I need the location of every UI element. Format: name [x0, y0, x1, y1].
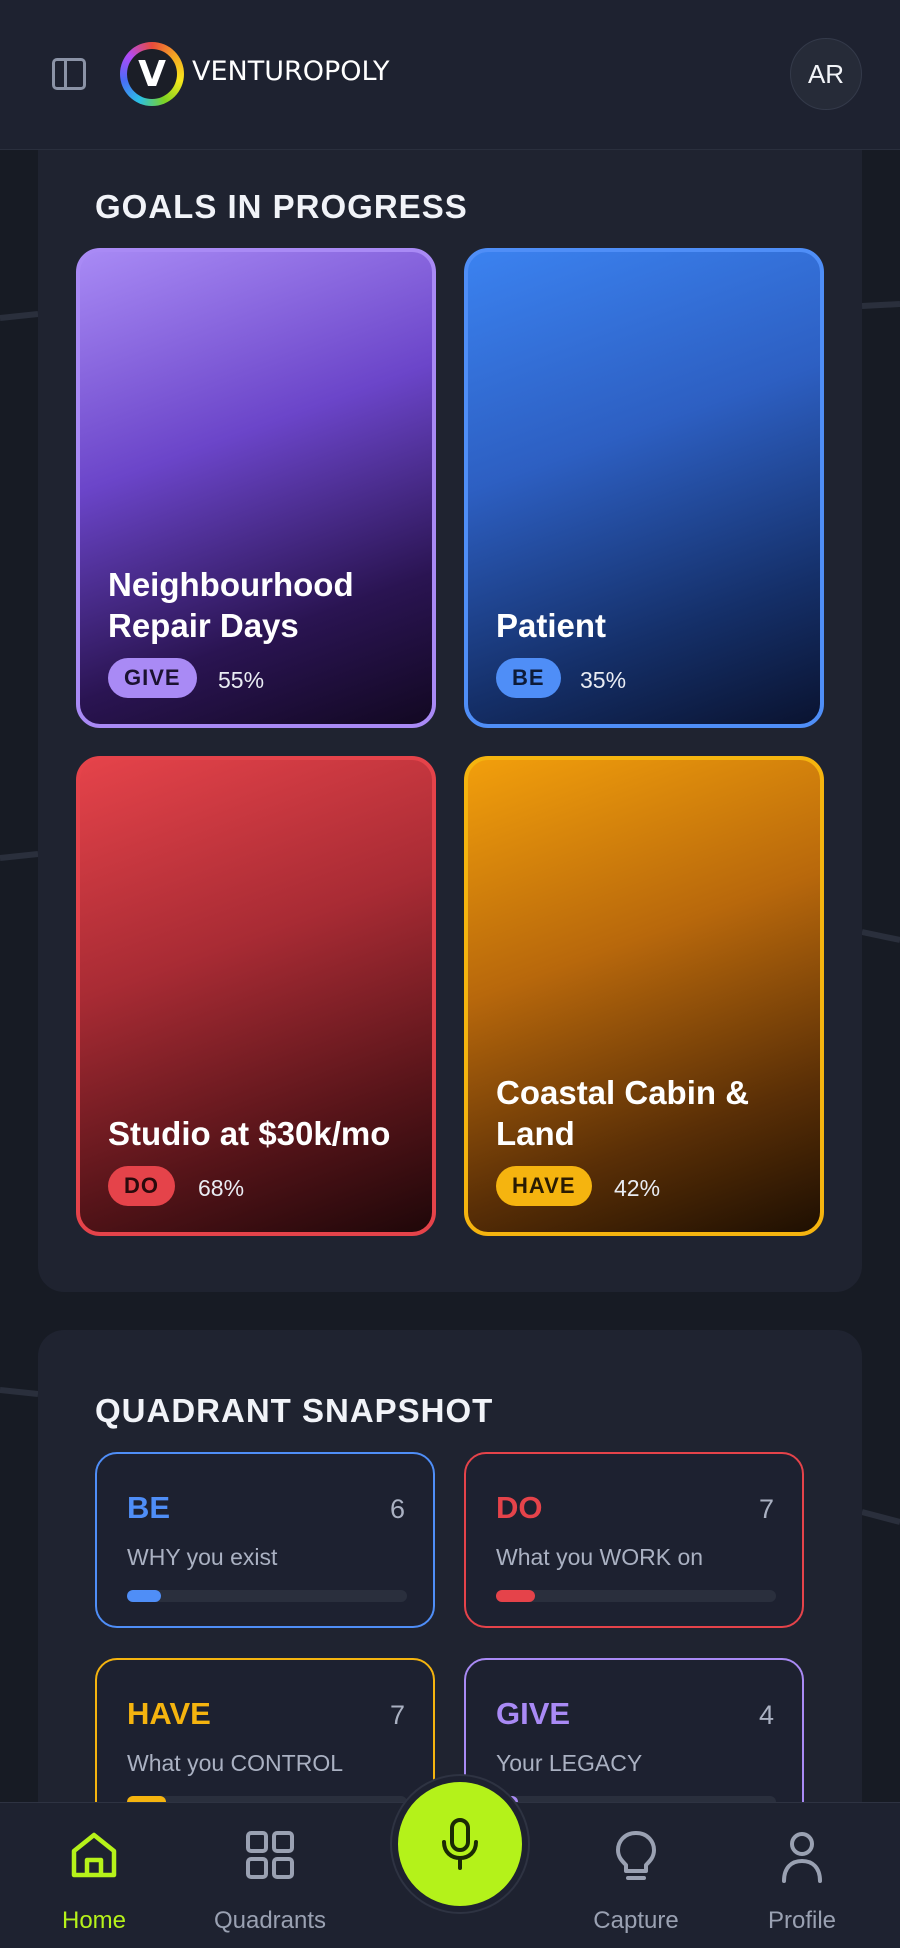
- goal-card-be[interactable]: Patient BE 35%: [464, 248, 824, 728]
- goal-percent: 68%: [198, 1175, 245, 1201]
- brand-name: VENTUROPOLY: [192, 56, 390, 87]
- goal-badge-have: HAVE: [496, 1166, 592, 1206]
- goal-card-give[interactable]: Neighbourhood Repair Days GIVE 55%: [76, 248, 436, 728]
- quadrant-name: BE: [127, 1490, 171, 1525]
- user-icon: [782, 1832, 822, 1883]
- quadrant-progress-track: [127, 1590, 407, 1602]
- grid-icon: [246, 1831, 294, 1879]
- voice-record-button[interactable]: [392, 1776, 528, 1912]
- goal-card-title: Coastal Cabin & Land: [496, 1074, 750, 1152]
- quadrant-description: What you CONTROL: [127, 1750, 343, 1776]
- quadrant-description: What you WORK on: [496, 1544, 704, 1570]
- nav-quadrants-label: Quadrants: [213, 1907, 327, 1934]
- nav-home-label: Home: [61, 1907, 127, 1934]
- goal-card-title: Studio at $30k/mo: [108, 1115, 391, 1152]
- goal-card-do[interactable]: Studio at $30k/mo DO 68%: [76, 756, 436, 1236]
- goal-badge-do: DO: [108, 1166, 175, 1206]
- nav-home[interactable]: Home: [14, 1803, 174, 1948]
- goal-percent: 35%: [580, 667, 627, 693]
- goal-percent: 55%: [218, 667, 265, 693]
- goal-card-title: Neighbourhood Repair Days: [108, 566, 354, 644]
- quadrant-count: 6: [389, 1494, 405, 1524]
- quadrant-description: Your LEGACY: [496, 1750, 643, 1776]
- nav-profile[interactable]: Profile: [722, 1803, 882, 1948]
- nav-profile-label: Profile: [767, 1907, 837, 1934]
- goal-badge-give: GIVE: [108, 658, 197, 698]
- goal-percent: 42%: [614, 1175, 661, 1201]
- microphone-icon: [442, 1818, 478, 1870]
- goal-card-have[interactable]: Coastal Cabin & Land HAVE 42%: [464, 756, 824, 1236]
- logo-letter: V: [127, 49, 177, 99]
- goals-in-progress-panel: GOALS IN PROGRESS Neighbourhood Repair D…: [38, 110, 862, 1292]
- quadrant-name: HAVE: [127, 1696, 211, 1731]
- goal-card-title: Patient: [496, 607, 607, 644]
- quadrant-name: DO: [496, 1490, 543, 1525]
- app-header: V VENTUROPOLY AR: [0, 0, 900, 150]
- avatar[interactable]: AR: [790, 38, 862, 110]
- goals-section-title: GOALS IN PROGRESS: [95, 188, 468, 225]
- quadrant-count: 7: [389, 1700, 405, 1730]
- sidebar-toggle-icon[interactable]: [52, 58, 86, 90]
- quadrant-name: GIVE: [496, 1696, 571, 1731]
- lightbulb-icon: [616, 1831, 656, 1880]
- quadrant-card-do[interactable]: DO 7 What you WORK on: [464, 1452, 804, 1628]
- quadrant-count: 4: [758, 1700, 774, 1730]
- quadrant-count: 7: [758, 1494, 774, 1524]
- quadrant-progress-fill: [127, 1590, 161, 1602]
- quadrant-description: WHY you exist: [127, 1544, 278, 1570]
- goal-badge-be: BE: [496, 658, 561, 698]
- quadrant-progress-track: [496, 1590, 776, 1602]
- brand-logo-icon: V: [120, 42, 184, 106]
- quadrant-card-be[interactable]: BE 6 WHY you exist: [95, 1452, 435, 1628]
- nav-quadrants[interactable]: Quadrants: [190, 1803, 350, 1948]
- quadrant-section-title: QUADRANT SNAPSHOT: [95, 1392, 494, 1429]
- quadrant-progress-fill: [496, 1590, 536, 1602]
- home-icon: [71, 1832, 117, 1878]
- nav-capture-label: Capture: [593, 1907, 679, 1934]
- nav-capture[interactable]: Capture: [556, 1803, 716, 1948]
